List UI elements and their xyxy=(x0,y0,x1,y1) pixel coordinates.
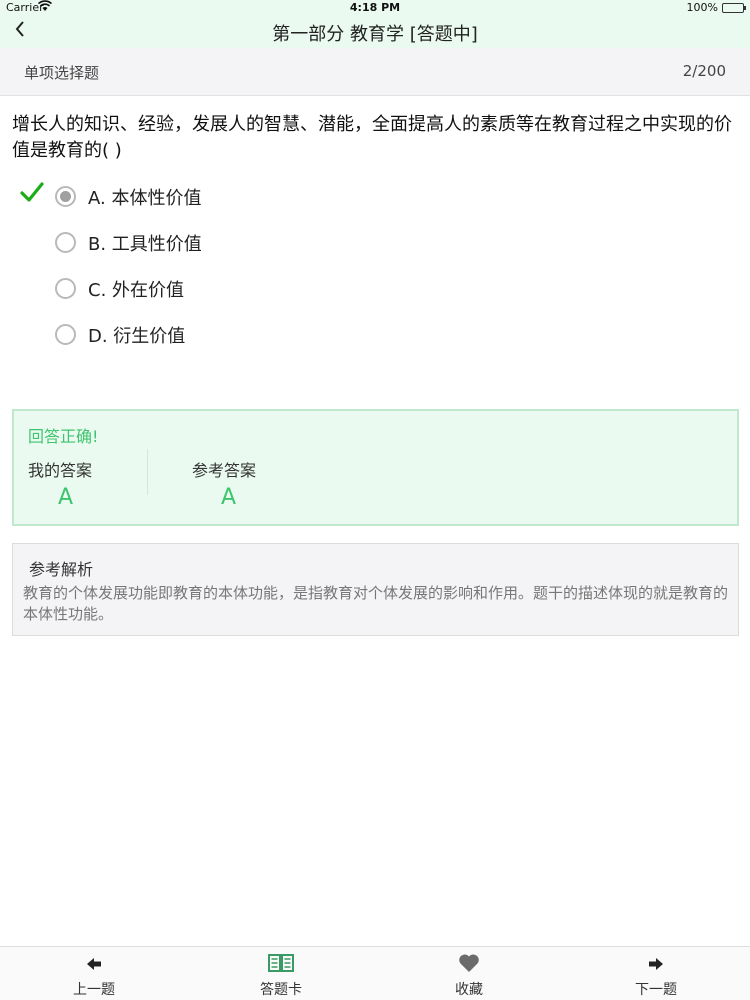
option-label-d: D. 衍生价值 xyxy=(88,326,186,347)
option-b[interactable]: B. 工具性价值 xyxy=(0,220,750,266)
my-answer-label: 我的答案 xyxy=(28,461,93,480)
explanation-text: 教育的个体发展功能即教育的本体功能，是指教育对个体发展的影响和作用。题干的描述体… xyxy=(23,584,729,623)
reference-answer-value: A xyxy=(221,485,237,510)
book-icon xyxy=(221,953,341,979)
radio-button-c[interactable] xyxy=(55,278,76,299)
page-title: 第一部分 教育学 [答题中] xyxy=(272,24,478,45)
answer-card-button[interactable]: 答题卡 xyxy=(221,947,341,1000)
reference-answer-label: 参考答案 xyxy=(192,461,257,480)
favorite-label: 收藏 xyxy=(455,982,483,998)
checkmark-icon xyxy=(20,180,44,211)
explanation-panel: 参考解析 教育的个体发展功能即教育的本体功能，是指教育对个体发展的影响和作用。题… xyxy=(12,543,739,636)
next-question-label: 下一题 xyxy=(635,982,677,998)
option-a[interactable]: A. 本体性价值 xyxy=(0,174,750,220)
arrow-left-icon xyxy=(34,953,154,979)
radio-button-b[interactable] xyxy=(55,232,76,253)
option-label-a: A. 本体性价值 xyxy=(88,188,202,209)
heart-icon xyxy=(409,953,529,979)
nav-bar: 第一部分 教育学 [答题中] xyxy=(0,16,750,48)
battery-percent: 100% xyxy=(686,1,718,14)
radio-button-a[interactable] xyxy=(55,186,76,207)
favorite-button[interactable]: 收藏 xyxy=(409,947,529,1000)
previous-question-label: 上一题 xyxy=(73,982,115,998)
status-bar: Carrier 4:18 PM 100% xyxy=(0,0,750,16)
question-progress: 2/200 xyxy=(682,62,726,80)
explanation-title: 参考解析 xyxy=(29,560,94,579)
option-label-c: C. 外在价值 xyxy=(88,280,185,301)
my-answer-value: A xyxy=(58,485,74,510)
option-d[interactable]: D. 衍生价值 xyxy=(0,312,750,358)
question-text: 增长人的知识、经验，发展人的智慧、潜能，全面提高人的素质等在教育过程之中实现的价… xyxy=(12,114,732,161)
previous-question-button[interactable]: 上一题 xyxy=(34,947,154,1000)
options-list: A. 本体性价值 B. 工具性价值 C. 外在价值 D. 衍生价值 xyxy=(0,174,750,358)
result-status: 回答正确! xyxy=(28,427,99,446)
option-c[interactable]: C. 外在价值 xyxy=(0,266,750,312)
option-label-b: B. 工具性价值 xyxy=(88,234,202,255)
answer-result-panel: 回答正确! 我的答案 A 参考答案 A xyxy=(12,409,739,526)
section-header: 单项选择题 2/200 xyxy=(0,48,750,96)
divider xyxy=(147,449,148,495)
bottom-toolbar: 上一题 答题卡 收藏 下一题 xyxy=(0,946,750,1000)
radio-button-d[interactable] xyxy=(55,324,76,345)
clock: 4:18 PM xyxy=(349,1,401,14)
next-question-button[interactable]: 下一题 xyxy=(596,947,716,1000)
arrow-right-icon xyxy=(596,953,716,979)
answer-card-label: 答题卡 xyxy=(260,982,302,998)
question-type-label: 单项选择题 xyxy=(24,64,100,82)
battery-icon xyxy=(722,3,746,13)
